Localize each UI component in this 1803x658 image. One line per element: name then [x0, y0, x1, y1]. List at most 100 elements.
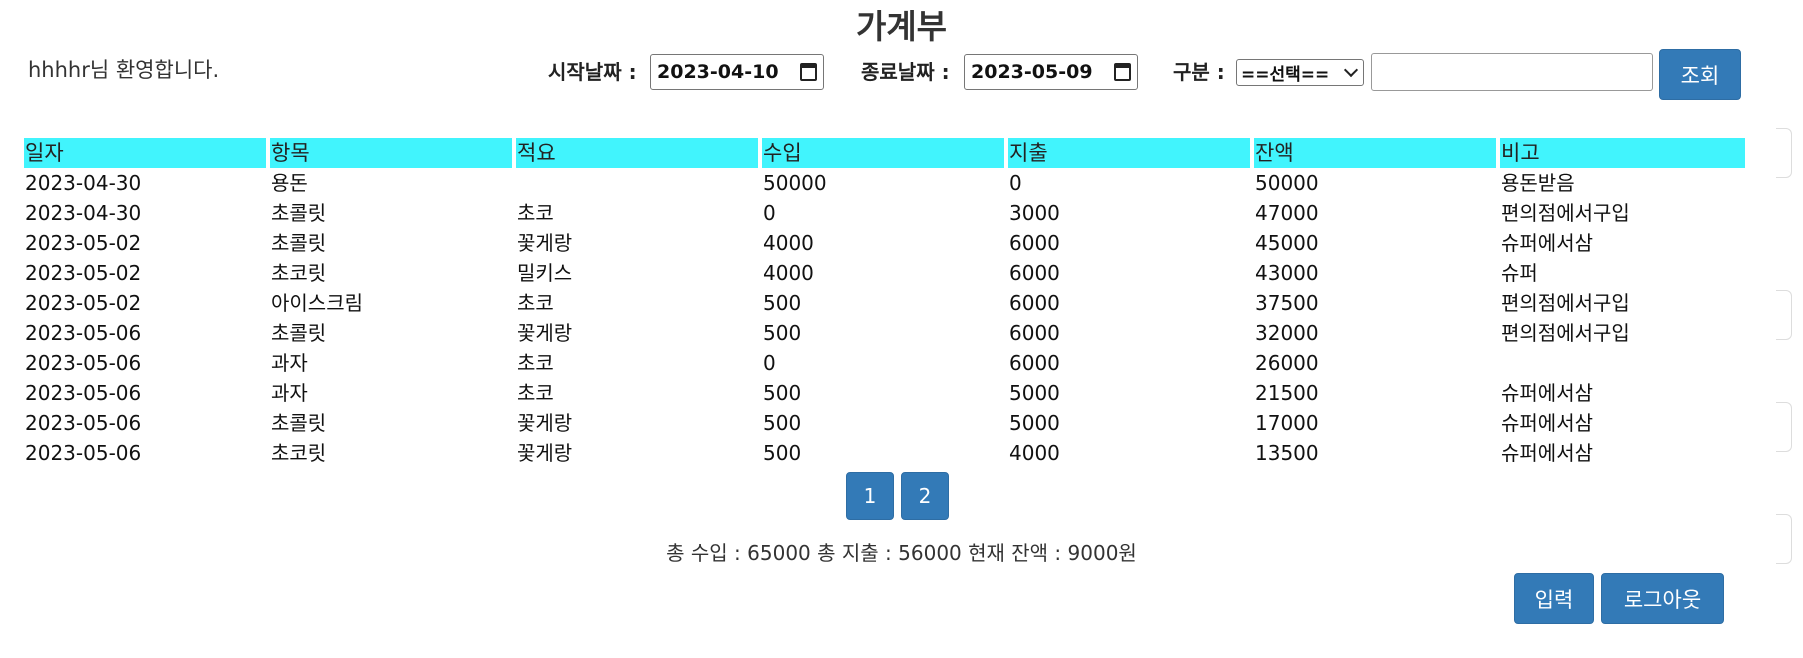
summary-totals: 총 수입 : 65000 총 지출 : 56000 현재 잔액 : 9000원 — [666, 541, 1137, 565]
cell-expense: 6000 — [1009, 231, 1060, 255]
table-row: 2023-04-30 용돈 50000 0 50000 용돈받음 — [24, 168, 1749, 198]
table-row: 2023-05-06 초코릿 꽃게랑 500 4000 13500 슈퍼에서삼 — [24, 438, 1749, 468]
cell-income: 0 — [763, 351, 776, 375]
table-row: 2023-05-02 아이스크림 초코 500 6000 37500 편의점에서… — [24, 288, 1749, 318]
cell-income: 500 — [763, 441, 802, 465]
cell-description: 꽃게랑 — [517, 321, 573, 345]
cell-income: 500 — [763, 411, 802, 435]
chevron-down-icon — [1343, 62, 1359, 78]
cell-item: 초콜릿 — [271, 201, 327, 225]
end-date-label: 종료날짜 : — [861, 60, 950, 84]
cell-item: 과자 — [271, 351, 308, 375]
cell-date: 2023-05-02 — [25, 261, 142, 285]
cell-description: 초코 — [517, 351, 554, 375]
cell-balance: 17000 — [1255, 411, 1319, 435]
cell-income: 4000 — [763, 261, 814, 285]
cell-income: 4000 — [763, 231, 814, 255]
cell-item: 초콜릿 — [271, 231, 327, 255]
cell-note: 용돈받음 — [1501, 171, 1575, 195]
cell-income: 50000 — [763, 171, 827, 195]
input-button[interactable]: 입력 — [1514, 573, 1594, 624]
cell-expense: 4000 — [1009, 441, 1060, 465]
page-button-1[interactable]: 1 — [846, 472, 894, 520]
header-item: 항목 — [270, 138, 516, 168]
start-date-input[interactable]: 2023-04-10 — [650, 54, 824, 90]
category-select[interactable]: ==선택== — [1236, 59, 1364, 86]
cell-note: 슈퍼에서삼 — [1501, 231, 1593, 255]
cell-date: 2023-05-06 — [25, 441, 142, 465]
cell-description: 초코 — [517, 381, 554, 405]
cell-income: 500 — [763, 381, 802, 405]
cell-description: 꽃게랑 — [517, 411, 573, 435]
cell-expense: 6000 — [1009, 351, 1060, 375]
cell-balance: 26000 — [1255, 351, 1319, 375]
cell-description: 꽃게랑 — [517, 441, 573, 465]
cell-item: 초코릿 — [271, 261, 327, 285]
page-title: 가계부 — [855, 7, 948, 46]
table-row: 2023-05-06 초콜릿 꽃게랑 500 5000 17000 슈퍼에서삼 — [24, 408, 1749, 438]
cell-balance: 37500 — [1255, 291, 1319, 315]
category-selected-value: ==선택== — [1241, 65, 1330, 85]
ledger-table: 일자 항목 적요 수입 지출 잔액 비고 2023-04-30 용돈 50000… — [24, 138, 1749, 468]
table-row: 2023-05-06 과자 초코 0 6000 26000 — [24, 348, 1749, 378]
search-button[interactable]: 조회 — [1659, 49, 1741, 100]
end-date-input[interactable]: 2023-05-09 — [964, 54, 1138, 90]
header-note: 비고 — [1500, 138, 1749, 168]
table-row: 2023-05-02 초콜릿 꽃게랑 4000 6000 45000 슈퍼에서삼 — [24, 228, 1749, 258]
cell-balance: 32000 — [1255, 321, 1319, 345]
welcome-message: hhhhr님 환영합니다. — [28, 58, 220, 82]
side-edge-tab — [1776, 402, 1792, 452]
cell-note: 슈퍼에서삼 — [1501, 411, 1593, 435]
cell-description: 초코 — [517, 291, 554, 315]
end-date-value: 2023-05-09 — [971, 61, 1093, 83]
table-header-row: 일자 항목 적요 수입 지출 잔액 비고 — [24, 138, 1749, 168]
page-button-2[interactable]: 2 — [901, 472, 949, 520]
cell-balance: 13500 — [1255, 441, 1319, 465]
cell-note: 편의점에서구입 — [1501, 201, 1630, 225]
keyword-input[interactable] — [1371, 53, 1653, 91]
cell-expense: 6000 — [1009, 291, 1060, 315]
side-edge-tab — [1776, 514, 1792, 564]
logout-button[interactable]: 로그아웃 — [1601, 573, 1724, 624]
cell-balance: 45000 — [1255, 231, 1319, 255]
header-income: 수입 — [762, 138, 1008, 168]
pagination: 1 2 — [846, 472, 949, 520]
cell-balance: 21500 — [1255, 381, 1319, 405]
cell-expense: 5000 — [1009, 381, 1060, 405]
cell-balance: 43000 — [1255, 261, 1319, 285]
cell-description: 초코 — [517, 201, 554, 225]
header-description: 적요 — [516, 138, 762, 168]
cell-income: 0 — [763, 201, 776, 225]
cell-date: 2023-05-02 — [25, 291, 142, 315]
cell-item: 용돈 — [271, 171, 308, 195]
cell-date: 2023-05-06 — [25, 381, 142, 405]
cell-item: 아이스크림 — [271, 291, 363, 315]
cell-income: 500 — [763, 321, 802, 345]
cell-date: 2023-05-06 — [25, 321, 142, 345]
cell-expense: 5000 — [1009, 411, 1060, 435]
start-date-label: 시작날짜 : — [548, 60, 637, 84]
cell-note: 슈퍼에서삼 — [1501, 441, 1593, 465]
table-row: 2023-05-06 초콜릿 꽃게랑 500 6000 32000 편의점에서구… — [24, 318, 1749, 348]
cell-date: 2023-05-02 — [25, 231, 142, 255]
cell-note: 편의점에서구입 — [1501, 291, 1630, 315]
side-edge-tab — [1776, 290, 1792, 340]
header-date: 일자 — [24, 138, 270, 168]
cell-description: 꽃게랑 — [517, 231, 573, 255]
cell-date: 2023-05-06 — [25, 351, 142, 375]
header-expense: 지출 — [1008, 138, 1254, 168]
calendar-icon[interactable] — [1114, 63, 1131, 81]
cell-expense: 3000 — [1009, 201, 1060, 225]
cell-balance: 50000 — [1255, 171, 1319, 195]
cell-item: 과자 — [271, 381, 308, 405]
table-row: 2023-05-06 과자 초코 500 5000 21500 슈퍼에서삼 — [24, 378, 1749, 408]
header-balance: 잔액 — [1254, 138, 1500, 168]
calendar-icon[interactable] — [800, 63, 817, 81]
cell-item: 초코릿 — [271, 441, 327, 465]
category-label: 구분 : — [1173, 60, 1225, 84]
cell-description: 밀키스 — [517, 261, 573, 285]
cell-expense: 6000 — [1009, 261, 1060, 285]
cell-note: 편의점에서구입 — [1501, 321, 1630, 345]
cell-income: 500 — [763, 291, 802, 315]
cell-date: 2023-05-06 — [25, 411, 142, 435]
